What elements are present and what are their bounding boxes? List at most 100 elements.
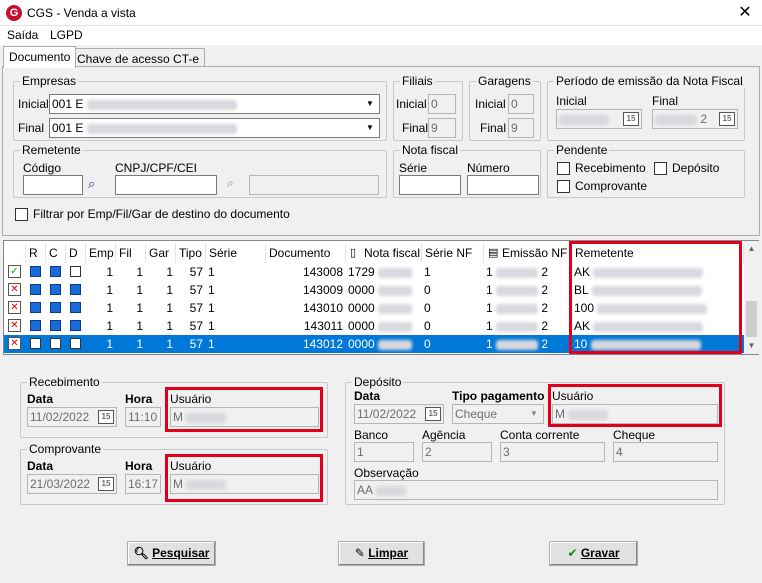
grid-header-serie-nf[interactable]: Série NF — [422, 243, 484, 263]
calendar-icon[interactable]: 15 — [623, 112, 639, 126]
garagem-inicial-input[interactable]: 0 — [508, 94, 534, 114]
grid-header-documento[interactable]: Documento — [266, 243, 346, 263]
comprovante-checkbox[interactable] — [557, 180, 570, 193]
row-c-flag[interactable] — [50, 302, 61, 313]
numero-input[interactable] — [467, 175, 539, 195]
row-status-icon[interactable]: ✕ — [8, 319, 21, 332]
garagem-final-input[interactable]: 9 — [508, 118, 534, 138]
filial-final-input[interactable]: 9 — [428, 118, 456, 138]
row-r-flag[interactable] — [30, 302, 41, 313]
menu-lgpd[interactable]: LGPD — [50, 28, 83, 42]
cell-emissao-nf: 1 2 — [486, 281, 572, 299]
gravar-button[interactable]: ✔ Gravar — [549, 541, 638, 566]
row-c-flag[interactable] — [50, 338, 61, 349]
empresa-final-select[interactable]: 001 E ▼ — [49, 118, 380, 138]
chevron-down-icon[interactable]: ▼ — [362, 96, 378, 112]
row-status-icon[interactable]: ✕ — [8, 337, 21, 350]
calendar-icon[interactable]: 15 — [719, 112, 735, 126]
pesquisar-button[interactable]: 🔍︎ Pesquisar — [127, 541, 216, 566]
chevron-down-icon[interactable]: ▼ — [526, 406, 542, 422]
menu-saida[interactable]: Saída — [7, 28, 38, 42]
chevron-down-icon[interactable]: ▼ — [362, 120, 378, 136]
grid-header-emissao-nf[interactable]: ▤ Emissão NF — [484, 243, 572, 263]
pendente-group: Pendente Recebimento Depósito Comprovant… — [547, 143, 745, 198]
grid-header-gar[interactable]: Gar — [146, 243, 176, 263]
grid-header-c[interactable]: C — [46, 243, 66, 263]
observacao-input[interactable]: AA — [354, 480, 718, 500]
empresa-inicial-select[interactable]: 001 E ▼ — [49, 94, 380, 114]
scroll-down-icon[interactable]: ▼ — [744, 338, 759, 354]
pendente-legend: Pendente — [554, 143, 610, 157]
grid-header-emp[interactable]: Emp — [86, 243, 116, 263]
row-d-flag[interactable] — [70, 284, 81, 295]
comprovante-data-input[interactable]: 21/03/2022 15 — [27, 474, 117, 494]
row-c-flag[interactable] — [50, 284, 61, 295]
row-r-flag[interactable] — [30, 266, 41, 277]
row-d-flag[interactable] — [70, 320, 81, 331]
cell-fil: 1 — [136, 319, 143, 333]
tipo-pagamento-select[interactable]: Cheque ▼ — [452, 404, 544, 424]
cell-emp: 1 — [106, 283, 113, 297]
grid-header-nota-fiscal[interactable]: ▯ Nota fiscal — [346, 243, 422, 263]
observacao-label: Observação — [354, 466, 419, 480]
filtrar-checkbox[interactable] — [15, 208, 28, 221]
banco-input[interactable]: 1 — [354, 442, 414, 462]
grid-header-serie[interactable]: Série — [206, 243, 266, 263]
row-status-icon[interactable]: ✕ — [8, 283, 21, 296]
conta-corrente-input[interactable]: 3 — [500, 442, 605, 462]
calendar-icon[interactable]: 15 — [425, 407, 441, 421]
cell-emissao-nf: 1 2 — [486, 335, 572, 353]
recebimento-data-input[interactable]: 11/02/2022 15 — [27, 407, 117, 427]
row-d-flag[interactable] — [70, 302, 81, 313]
grid-header-nota-fiscal-label: Nota fiscal — [364, 246, 421, 260]
cell-emissao-suffix: 2 — [541, 301, 549, 315]
binoculars-search-icon[interactable]: ⌕ — [88, 176, 95, 192]
row-r-flag[interactable] — [30, 320, 41, 331]
filial-inicial-input[interactable]: 0 — [428, 94, 456, 114]
scroll-thumb[interactable] — [746, 301, 757, 337]
row-d-flag[interactable] — [70, 338, 81, 349]
calendar-icon[interactable]: 15 — [98, 477, 114, 491]
codigo-input[interactable] — [23, 175, 83, 195]
row-r-flag[interactable] — [30, 284, 41, 295]
row-d-flag[interactable] — [70, 266, 81, 277]
grid-header-fil[interactable]: Fil — [116, 243, 146, 263]
periodo-inicial-input[interactable]: 15 — [556, 109, 642, 129]
recebimento-checkbox[interactable] — [557, 162, 570, 175]
grid-vertical-scrollbar[interactable]: ▲ ▼ — [744, 241, 759, 354]
row-c-flag[interactable] — [50, 266, 61, 277]
app-logo-icon: G — [6, 5, 22, 21]
filiais-group: Filiais Inicial 0 Final 9 — [393, 74, 463, 141]
cnpj-label: CNPJ/CPF/CEI — [115, 161, 198, 175]
row-r-flag[interactable] — [30, 338, 41, 349]
grid-header-status — [4, 243, 26, 263]
row-c-flag[interactable] — [50, 320, 61, 331]
close-icon[interactable]: ✕ — [730, 2, 760, 24]
highlight-comprovante-usuario — [165, 454, 323, 502]
document-icon: ▯ — [350, 247, 357, 259]
filter-panel: Empresas Inicial 001 E ▼ Final 001 E ▼ F… — [2, 66, 760, 236]
recebimento-hora-input[interactable]: 11:10 — [125, 407, 161, 427]
deposito-checkbox[interactable] — [654, 162, 667, 175]
periodo-final-input[interactable]: 2 15 — [652, 109, 738, 129]
banco-value: 1 — [357, 445, 364, 459]
serie-input[interactable] — [399, 175, 461, 195]
grid-header-tipo[interactable]: Tipo — [176, 243, 206, 263]
recebimento-data-value: 11/02/2022 — [30, 410, 90, 424]
scroll-up-icon[interactable]: ▲ — [744, 241, 759, 257]
tab-documento[interactable]: Documento — [3, 46, 77, 68]
limpar-button[interactable]: ✎ Limpar — [338, 541, 425, 566]
row-status-icon[interactable]: ✕ — [8, 301, 21, 314]
agencia-input[interactable]: 2 — [422, 442, 492, 462]
cnpj-input[interactable] — [115, 175, 217, 195]
grid-header-r[interactable]: R — [26, 243, 46, 263]
tab-chave-acesso[interactable]: Chave de acesso CT-e — [71, 48, 206, 68]
cheque-input[interactable]: 4 — [613, 442, 718, 462]
comprovante-hora-input[interactable]: 16:17 — [125, 474, 161, 494]
calendar-icon[interactable]: 15 — [98, 410, 114, 424]
grid-header-d[interactable]: D — [66, 243, 86, 263]
row-status-icon[interactable]: ✓ — [8, 265, 21, 278]
deposito-data-input[interactable]: 11/02/2022 15 — [354, 404, 444, 424]
cell-nota-fiscal: 0000 — [348, 299, 422, 317]
broom-icon: ✎ — [354, 546, 365, 560]
